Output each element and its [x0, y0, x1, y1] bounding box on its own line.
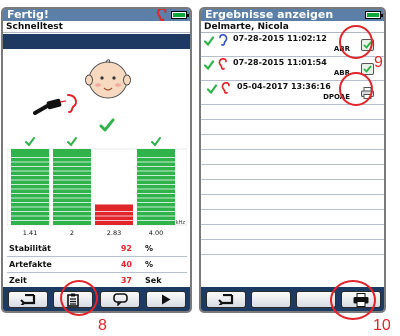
highlight-circle-print	[330, 280, 376, 320]
result-date: 07-28-2015 11:01:54	[233, 58, 327, 67]
results-list[interactable]: 07-28-2015 11:02:12 ABR 07-28-2015 11:01…	[201, 33, 384, 255]
pass-check-icon	[25, 137, 35, 147]
stat-value: 40	[120, 260, 132, 269]
pass-check-icon	[99, 118, 115, 132]
back-icon	[218, 294, 234, 305]
right-ear-icon	[221, 82, 230, 94]
title-bar: Fertig!	[3, 9, 190, 21]
left-device-screen: Fertig! Schnelltest 1.41 2 2.83 4.00 kHz S	[1, 7, 192, 313]
right-ear-icon	[157, 9, 167, 21]
pass-check-icon	[67, 137, 77, 147]
pass-check-icon	[204, 60, 214, 70]
stat-row-stability: Stabilität 92 %	[7, 241, 187, 257]
highlight-circle-document	[339, 25, 373, 59]
chart-bar	[137, 149, 175, 225]
stat-value: 92	[120, 244, 132, 253]
chart-unit-label: kHz	[176, 220, 186, 226]
back-button[interactable]	[8, 291, 48, 308]
stat-unit: %	[145, 260, 154, 269]
title-bar: Ergebnisse anzeigen	[201, 9, 384, 21]
chart-tick-label: 4.00	[149, 229, 163, 237]
test-type-label: Schnelltest	[6, 22, 63, 32]
stats-table: Stabilität 92 % Artefakte 40 % Zeit 37 S…	[7, 241, 187, 289]
right-ear-icon	[218, 58, 227, 70]
callout-10: 10	[373, 317, 391, 334]
chart-tick-label: 2.83	[107, 229, 121, 237]
screen-title: Fertig!	[7, 8, 49, 21]
play-icon	[162, 294, 171, 305]
highlight-circle-clipboard	[60, 280, 98, 316]
empty-button[interactable]	[251, 291, 291, 308]
highlight-circle-document	[339, 72, 373, 106]
baby-face-icon	[85, 59, 131, 99]
chart-bar	[11, 149, 49, 225]
patient-name: Delmarte, Nicola	[204, 22, 289, 32]
stat-unit: %	[145, 244, 154, 253]
screen-title: Ergebnisse anzeigen	[205, 8, 334, 21]
back-button[interactable]	[206, 291, 246, 308]
stat-label: Artefakte	[9, 260, 52, 269]
chart-bar	[95, 204, 133, 225]
pass-check-icon	[207, 84, 217, 94]
result-date: 05-04-2017 13:36:16	[237, 82, 331, 91]
chart-tick-label: 1.41	[23, 229, 37, 237]
stat-label: Stabilität	[9, 244, 51, 253]
speech-bubble-icon	[112, 293, 128, 306]
back-icon	[20, 294, 36, 305]
chart-tick-label: 2	[70, 229, 74, 237]
play-button[interactable]	[146, 291, 186, 308]
chart-bar	[53, 149, 91, 225]
ear-probe-icon	[33, 94, 77, 115]
pass-check-icon	[204, 36, 214, 46]
stat-row-artifacts: Artefakte 40 %	[7, 257, 187, 273]
pass-check-icon	[151, 137, 161, 147]
callout-9: 9	[374, 54, 383, 71]
battery-full-icon	[171, 11, 189, 19]
battery-full-icon	[365, 11, 383, 19]
callout-8: 8	[98, 317, 107, 334]
frequency-result-chart: 1.41 2 2.83 4.00 kHz	[7, 137, 187, 237]
result-date: 07-28-2015 11:02:12	[233, 34, 327, 43]
left-ear-icon	[219, 34, 228, 46]
comment-button[interactable]	[100, 291, 140, 308]
